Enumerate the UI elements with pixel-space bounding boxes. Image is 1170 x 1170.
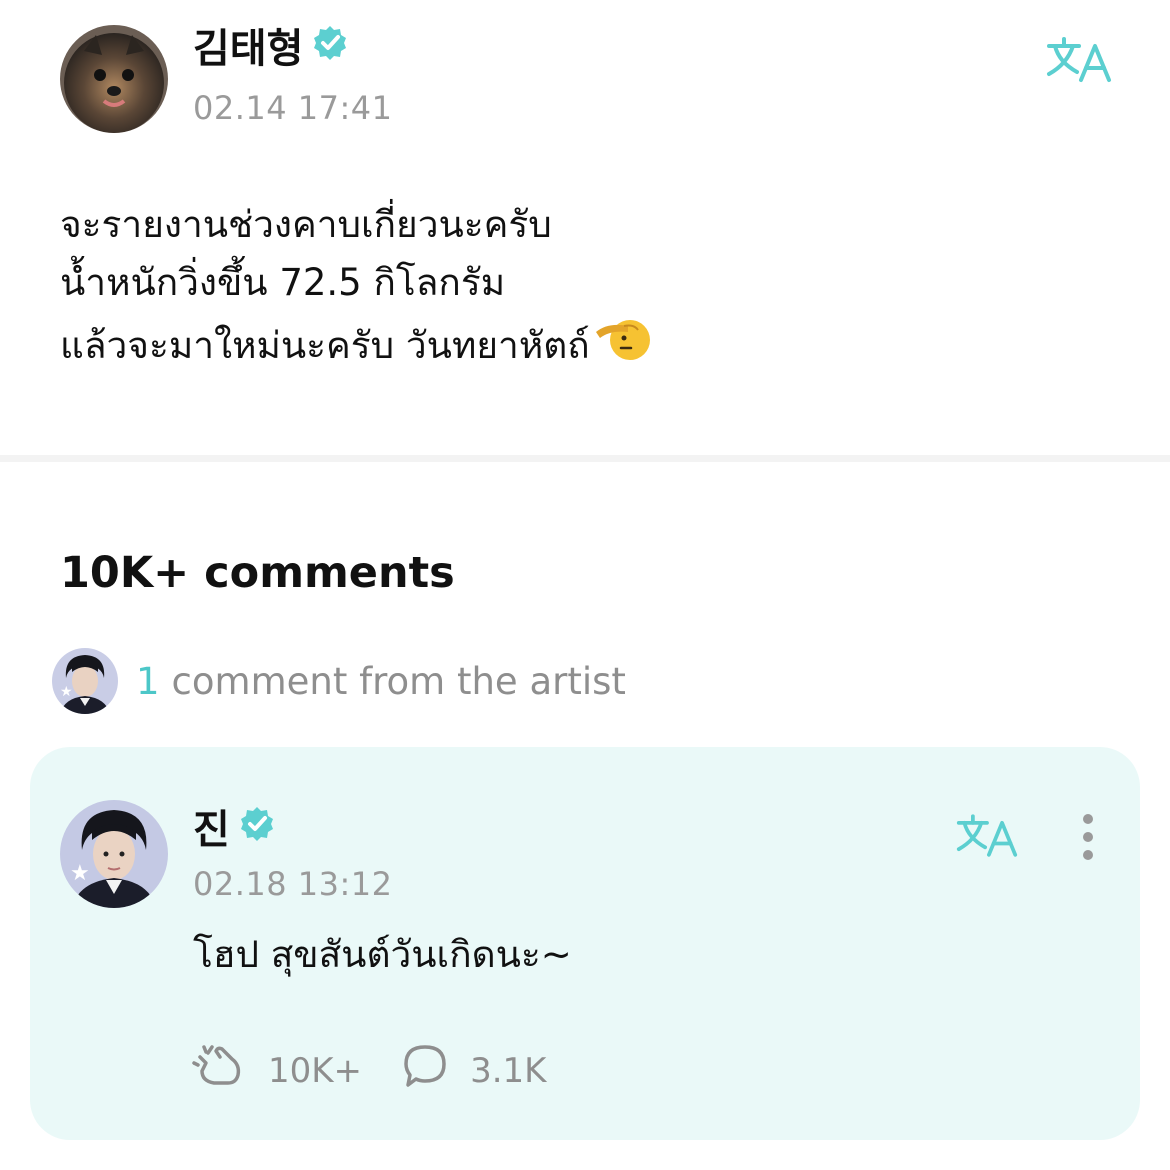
post-line: น้ำหนักวิ่งขึ้น 72.5 กิโลกรัม [60,261,506,304]
comments-heading: 10K+ comments [60,548,455,598]
artist-comments-link[interactable]: ★ 1 comment from the artist [52,648,626,714]
translate-icon[interactable] [1045,36,1113,88]
comment-actions: 10K+ 3.1K [192,1043,546,1098]
post-view: 김태형 02.14 17:41 จะรายงานช่วงคาบเกี่ยวนะค… [0,0,1170,1170]
more-vertical-icon[interactable] [1070,813,1106,869]
commenter-name-text: 진 [193,806,230,853]
comment-text: โฮป สุขสันต์วันเกิดนะ~ [193,933,572,976]
svg-text:★: ★ [60,684,73,700]
verified-badge-icon [311,24,349,73]
post-line: จะรายงานช่วงคาบเกี่ยวนะครับ [60,203,552,246]
reply-button[interactable]: 3.1K [402,1043,546,1098]
svg-text:★: ★ [70,861,90,886]
artist-comment-count: 1 [136,659,160,703]
artist-comment-label: comment from the artist [171,659,626,703]
speech-bubble-icon [402,1043,448,1098]
translate-icon[interactable] [955,813,1019,863]
author-name-text: 김태형 [193,25,304,72]
section-divider [0,455,1170,462]
commenter-name[interactable]: 진 [193,805,276,854]
artist-avatar-small: ★ [52,648,118,714]
post-timestamp: 02.14 17:41 [193,89,393,127]
post-line-text: แล้วจะมาใหม่นะครับ วันทยาหัตถ์ [60,323,590,367]
reply-count: 3.1K [470,1050,547,1091]
post-body: จะรายงานช่วงคาบเกี่ยวนะครับ น้ำหนักวิ่งข… [60,196,652,379]
post-line: แล้วจะมาใหม่นะครับ วันทยาหัตถ์ [60,312,652,379]
author-name[interactable]: 김태형 [193,24,349,73]
like-button[interactable]: 10K+ [192,1043,362,1098]
comment-timestamp: 02.18 13:12 [193,865,393,903]
artist-comment-card: ★ 진 02.18 13:12 โฮป สุขสันต์วันเกิดนะ~ 1… [30,747,1140,1140]
like-count: 10K+ [268,1050,363,1091]
author-avatar[interactable] [60,25,168,133]
cheer-hand-icon [192,1043,246,1098]
verified-badge-icon [238,805,276,854]
saluting-face-icon [594,312,652,379]
commenter-avatar[interactable]: ★ [60,800,168,908]
